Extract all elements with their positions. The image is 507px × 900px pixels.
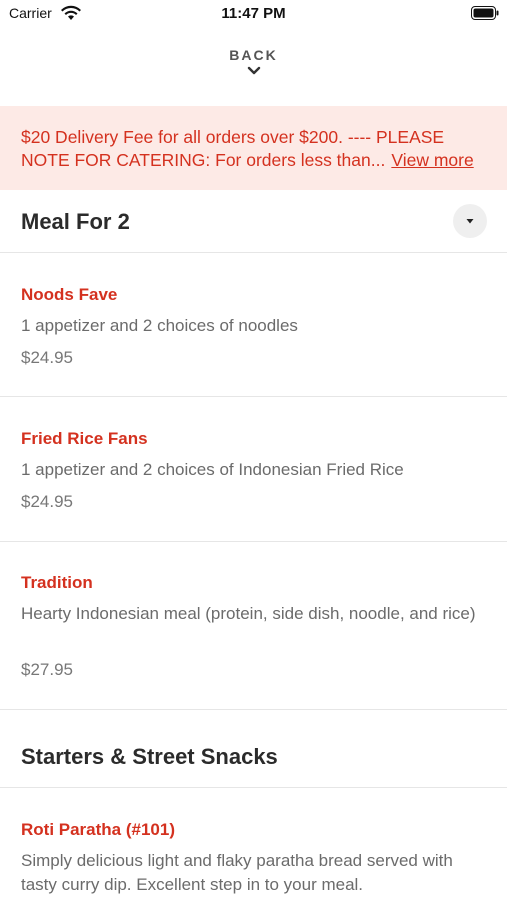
item-price: $27.95 [21,660,73,679]
item-description: Hearty Indonesian meal (protein, side di… [21,604,476,623]
view-more-link[interactable]: View more [391,150,473,170]
collapse-section-button[interactable] [453,204,487,238]
section-header-starters[interactable]: Starters & Street Snacks [0,710,507,788]
back-button[interactable]: BACK [0,47,507,77]
menu-item[interactable]: Fried Rice Fans 1 appetizer and 2 choice… [0,397,507,542]
chevron-down-icon [247,66,260,75]
item-description: Simply delicious light and flaky paratha… [21,851,453,894]
section-title: Starters & Street Snacks [21,744,278,769]
banner-text: $20 Delivery Fee for all orders over $20… [21,127,445,170]
item-price: $24.95 [21,492,73,511]
back-label: BACK [229,47,278,63]
status-time: 11:47 PM [221,5,286,22]
notice-banner: $20 Delivery Fee for all orders over $20… [0,106,507,190]
item-description: 1 appetizer and 2 choices of Indonesian … [21,460,404,479]
item-name: Roti Paratha (#101) [21,820,175,839]
section-title: Meal For 2 [21,209,130,234]
menu-item[interactable]: Noods Fave 1 appetizer and 2 choices of … [0,253,507,397]
section-header-meal-for-2[interactable]: Meal For 2 [0,190,507,253]
item-price: $24.95 [21,348,73,367]
item-name: Tradition [21,573,93,592]
menu-item[interactable]: Roti Paratha (#101) Simply delicious lig… [0,788,507,900]
battery-icon [471,6,499,20]
item-name: Fried Rice Fans [21,429,148,448]
menu-item[interactable]: Tradition Hearty Indonesian meal (protei… [0,542,507,710]
item-description: 1 appetizer and 2 choices of noodles [21,316,298,335]
status-bar: Carrier 11:47 PM [0,0,507,28]
item-name: Noods Fave [21,285,118,304]
caret-down-icon [466,219,474,224]
